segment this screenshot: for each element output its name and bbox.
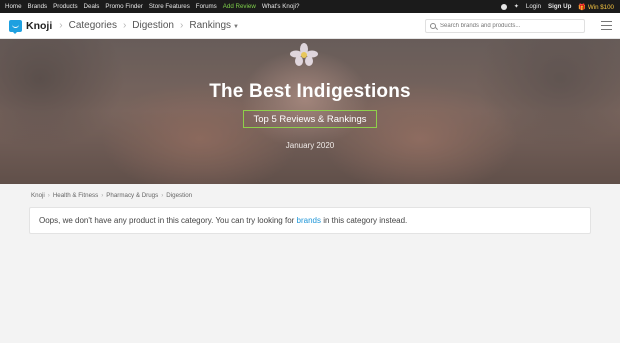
top-links: Home Brands Products Deals Promo Finder … <box>5 3 299 10</box>
page-title: The Best Indigestions <box>209 81 411 102</box>
signup-link[interactable]: Sign Up <box>548 3 571 10</box>
brand-name[interactable]: Knoji <box>26 20 52 32</box>
main-header: Knoji › Categories › Digestion › Ranking… <box>0 13 620 39</box>
breadcrumb-knoji[interactable]: Knoji <box>31 192 45 199</box>
top-utility-bar: Home Brands Products Deals Promo Finder … <box>0 0 620 13</box>
top-link-brands[interactable]: Brands <box>28 3 48 10</box>
search-icon <box>430 23 436 29</box>
hamburger-menu-icon[interactable] <box>601 21 612 30</box>
flower-image <box>290 43 318 66</box>
breadcrumb: Knoji › Health & Fitness › Pharmacy & Dr… <box>0 184 620 206</box>
nav-digestion[interactable]: Digestion <box>132 20 174 31</box>
brands-link[interactable]: brands <box>297 216 321 225</box>
add-review-link[interactable]: Add Review <box>223 3 256 10</box>
empty-category-message: Oops, we don't have any product in this … <box>29 207 591 234</box>
chevron-right-icon: › <box>101 191 104 199</box>
breadcrumb-pharmacy-drugs[interactable]: Pharmacy & Drugs <box>106 192 158 199</box>
breadcrumb-digestion[interactable]: Digestion <box>166 192 192 199</box>
message-after: in this category instead. <box>321 216 408 225</box>
nav-categories[interactable]: Categories <box>69 20 117 31</box>
login-link[interactable]: Login <box>526 3 541 10</box>
top-link-forums[interactable]: Forums <box>196 3 217 10</box>
top-link-home[interactable]: Home <box>5 3 22 10</box>
facebook-icon[interactable] <box>500 3 507 10</box>
chevron-right-icon: › <box>59 20 63 31</box>
rankings-badge: Top 5 Reviews & Rankings <box>243 110 377 128</box>
top-link-deals[interactable]: Deals <box>84 3 100 10</box>
top-link-products[interactable]: Products <box>53 3 77 10</box>
win-link[interactable]: 🎁 Win $100 <box>578 3 614 11</box>
chevron-right-icon: › <box>47 191 50 199</box>
ranking-date: January 2020 <box>285 141 335 150</box>
chevron-down-icon: ▼ <box>233 24 239 30</box>
search-box[interactable] <box>425 19 585 33</box>
top-link-store-features[interactable]: Store Features <box>149 3 190 10</box>
search-input[interactable] <box>440 23 580 29</box>
message-text: Oops, we don't have any product in this … <box>39 216 407 225</box>
hero-banner: The Best Indigestions Top 5 Reviews & Ra… <box>0 39 620 184</box>
nav-rankings-label: Rankings <box>189 20 232 31</box>
breadcrumb-health-fitness[interactable]: Health & Fitness <box>53 192 98 199</box>
win-label: Win $100 <box>587 3 614 11</box>
chevron-right-icon: › <box>161 191 164 199</box>
knoji-logo-icon[interactable] <box>9 19 22 34</box>
chevron-right-icon: › <box>180 20 184 31</box>
top-right-actions: ✦ Login Sign Up 🎁 Win $100 <box>500 3 614 11</box>
chevron-right-icon: › <box>122 20 127 31</box>
whats-knoji-link[interactable]: What's Knoji? <box>262 3 300 10</box>
message-before: Oops, we don't have any product in this … <box>39 216 297 225</box>
twitter-icon[interactable]: ✦ <box>514 3 519 10</box>
nav-rankings[interactable]: Rankings ▼ <box>189 20 239 31</box>
top-link-promo-finder[interactable]: Promo Finder <box>105 3 142 10</box>
